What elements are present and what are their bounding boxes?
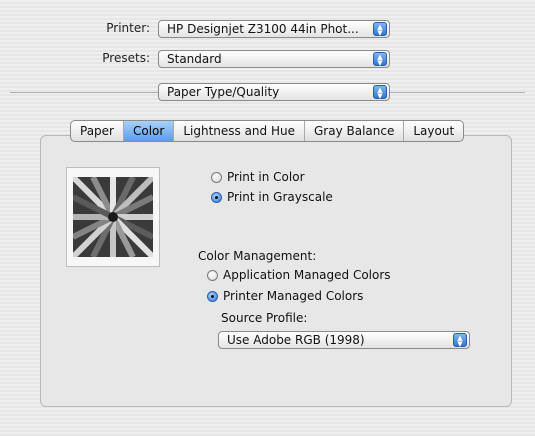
source-profile-label: Source Profile: xyxy=(221,311,308,325)
application-managed-colors-label: Application Managed Colors xyxy=(223,268,391,282)
print-in-color-radio[interactable]: Print in Color xyxy=(211,170,305,184)
presets-value: Standard xyxy=(167,52,222,66)
pencils-grayscale-preview-image xyxy=(73,177,153,257)
preview-image-frame xyxy=(66,167,160,267)
color-management-heading: Color Management: xyxy=(198,249,317,263)
source-profile-popup[interactable]: Use Adobe RGB (1998) ▲ ▼ xyxy=(218,331,470,349)
printer-value: HP Designjet Z3100 44in Phot... xyxy=(167,22,359,36)
up-down-arrows-icon: ▲ ▼ xyxy=(453,333,467,348)
up-down-arrows-icon: ▲ ▼ xyxy=(373,85,387,100)
separator-right xyxy=(390,92,525,93)
presets-label: Presets: xyxy=(102,51,150,65)
print-in-grayscale-label: Print in Grayscale xyxy=(227,190,333,204)
tab-layout[interactable]: Layout xyxy=(404,121,463,141)
radio-button-selected-icon xyxy=(207,290,218,302)
source-profile-value: Use Adobe RGB (1998) xyxy=(227,333,365,347)
tab-bar: Paper Color Lightness and Hue Gray Balan… xyxy=(70,120,465,142)
radio-button-selected-icon xyxy=(211,191,222,203)
print-in-color-label: Print in Color xyxy=(227,170,305,184)
print-in-grayscale-radio[interactable]: Print in Grayscale xyxy=(211,190,333,204)
up-down-arrows-icon: ▲ ▼ xyxy=(373,22,387,37)
tab-color[interactable]: Color xyxy=(123,121,175,141)
tab-lightness-and-hue[interactable]: Lightness and Hue xyxy=(174,121,305,141)
up-down-arrows-icon: ▲ ▼ xyxy=(373,52,387,67)
presets-popup[interactable]: Standard ▲ ▼ xyxy=(158,50,390,68)
pane-selector-value: Paper Type/Quality xyxy=(167,85,280,99)
radio-button-icon xyxy=(211,171,222,183)
radio-button-icon xyxy=(207,269,218,281)
printer-managed-colors-label: Printer Managed Colors xyxy=(223,289,364,303)
printer-popup[interactable]: HP Designjet Z3100 44in Phot... ▲ ▼ xyxy=(158,20,390,38)
printer-managed-colors-radio[interactable]: Printer Managed Colors xyxy=(207,289,363,303)
tab-gray-balance[interactable]: Gray Balance xyxy=(305,121,405,141)
tab-paper[interactable]: Paper xyxy=(71,121,124,141)
printer-label: Printer: xyxy=(106,21,150,35)
pane-selector-popup[interactable]: Paper Type/Quality ▲ ▼ xyxy=(158,83,390,101)
application-managed-colors-radio[interactable]: Application Managed Colors xyxy=(207,268,391,282)
separator-left xyxy=(10,92,158,93)
